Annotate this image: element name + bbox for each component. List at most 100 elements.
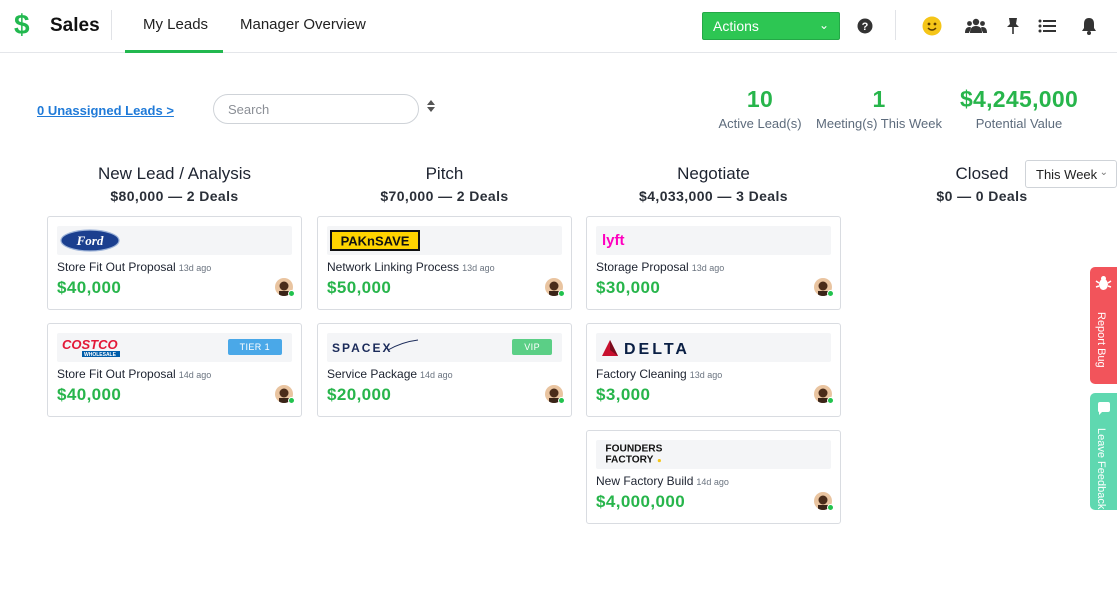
logo-band: DELTA bbox=[596, 333, 831, 362]
svg-text:FACTORY: FACTORY bbox=[605, 454, 653, 465]
smiley-icon[interactable] bbox=[920, 14, 944, 38]
chevron-down-icon: ⌄ bbox=[1099, 167, 1108, 178]
online-status-dot bbox=[558, 290, 565, 297]
leave-feedback-label: Leave Feedback bbox=[1095, 428, 1107, 510]
stat-value: 1 bbox=[872, 86, 886, 112]
deal-title: New Factory Build 14d ago bbox=[596, 474, 729, 488]
deal-title: Service Package 14d ago bbox=[327, 367, 453, 381]
online-status-dot bbox=[827, 397, 834, 404]
deal-age: 14d ago bbox=[420, 370, 453, 380]
tab-my-leads[interactable]: My Leads bbox=[143, 16, 208, 33]
svg-text:FOUNDERS: FOUNDERS bbox=[605, 444, 662, 455]
deal-card[interactable]: lyft Storage Proposal 13d ago $30,000 bbox=[586, 216, 841, 310]
deal-title-text: Factory Cleaning bbox=[596, 367, 687, 381]
svg-text:PAKnSAVE: PAKnSAVE bbox=[341, 234, 410, 249]
stat-potential-value: $4,245,000 Potential Value bbox=[949, 86, 1089, 131]
column-title: Negotiate bbox=[677, 164, 750, 183]
online-status-dot bbox=[827, 290, 834, 297]
logo-band: SPACEX VIP bbox=[327, 333, 562, 362]
column-title: Pitch bbox=[425, 164, 464, 183]
column-summary: $80,000 — 2 Deals bbox=[110, 188, 239, 204]
svg-text:DELTA: DELTA bbox=[624, 341, 690, 358]
deal-amount: $20,000 bbox=[327, 385, 392, 404]
chevron-down-icon: ⌄ bbox=[818, 18, 829, 32]
column-header-pitch: Pitch $70,000 — 2 Deals bbox=[317, 164, 572, 204]
sort-icon[interactable] bbox=[426, 99, 438, 115]
deal-card[interactable]: SPACEX VIP Service Package 14d ago $20,00… bbox=[317, 323, 572, 417]
deal-amount: $30,000 bbox=[596, 278, 661, 297]
deal-amount: $50,000 bbox=[327, 278, 392, 297]
team-icon[interactable] bbox=[964, 14, 988, 38]
deal-title: Store Fit Out Proposal 14d ago bbox=[57, 367, 211, 381]
svg-text:Ford: Ford bbox=[76, 233, 104, 248]
deal-age: 13d ago bbox=[689, 370, 723, 380]
lyft-logo: lyft bbox=[602, 232, 625, 249]
actions-dropdown-button[interactable]: Actions ⌄ bbox=[702, 12, 840, 40]
deal-title-text: Storage Proposal bbox=[596, 260, 689, 274]
deal-amount: $4,000,000 bbox=[596, 492, 686, 511]
logo-band: PAKnSAVE bbox=[327, 226, 562, 255]
dollar-logo-icon: $ bbox=[14, 9, 30, 40]
svg-text:SPACEX: SPACEX bbox=[332, 341, 392, 355]
deal-title-text: Service Package bbox=[327, 367, 418, 381]
deal-amount: $40,000 bbox=[57, 278, 122, 297]
stat-value: $4,245,000 bbox=[959, 86, 1079, 112]
vip-badge: VIP bbox=[512, 339, 552, 355]
deal-title-text: New Factory Build bbox=[596, 474, 694, 488]
deal-title-text: Store Fit Out Proposal bbox=[57, 260, 176, 274]
founders-factory-logo: FOUNDERS FACTORY bbox=[605, 444, 662, 465]
deal-card[interactable]: DELTA Factory Cleaning 13d ago $3,000 bbox=[586, 323, 841, 417]
help-icon[interactable]: ? bbox=[853, 14, 877, 38]
deal-title: Factory Cleaning 13d ago bbox=[596, 367, 722, 381]
deal-title: Store Fit Out Proposal 13d ago bbox=[57, 260, 211, 274]
svg-text:COSTCO: COSTCO bbox=[62, 337, 118, 352]
list-icon[interactable] bbox=[1035, 14, 1059, 38]
stat-label: Active Lead(s) bbox=[718, 116, 802, 131]
active-tab-indicator bbox=[125, 50, 223, 53]
deal-age: 14d ago bbox=[178, 370, 212, 380]
speech-bubble-icon bbox=[1098, 402, 1110, 415]
unassigned-leads-link[interactable]: 0 Unassigned Leads > bbox=[37, 103, 174, 118]
logo-band: COSTCO WHOLESALE TIER 1 bbox=[57, 333, 292, 362]
online-status-dot bbox=[288, 290, 295, 297]
deal-title: Storage Proposal 13d ago bbox=[596, 260, 724, 274]
deal-age: 13d ago bbox=[462, 263, 495, 273]
logo-band: FOUNDERS FACTORY bbox=[596, 440, 831, 469]
bell-icon[interactable] bbox=[1077, 14, 1101, 38]
select-value: This Week bbox=[1036, 167, 1098, 182]
svg-text:?: ? bbox=[862, 21, 869, 33]
stat-meetings: 1 Meeting(s) This Week bbox=[813, 86, 945, 131]
deal-age: 14d ago bbox=[696, 477, 729, 487]
column-header-negotiate: Negotiate $4,033,000 — 3 Deals bbox=[586, 164, 841, 204]
tier-badge: TIER 1 bbox=[227, 339, 282, 355]
svg-text:WHOLESALE: WHOLESALE bbox=[84, 352, 117, 358]
stat-label: Potential Value bbox=[975, 116, 1063, 131]
deal-card[interactable]: FOUNDERS FACTORY New Factory Build 14d ag… bbox=[586, 430, 841, 524]
column-summary: $4,033,000 — 3 Deals bbox=[639, 188, 788, 204]
app-title: Sales bbox=[50, 15, 100, 36]
report-bug-tab[interactable]: Report Bug bbox=[1090, 267, 1117, 384]
closed-period-select[interactable]: This Week ⌄ bbox=[1025, 160, 1117, 188]
divider bbox=[111, 10, 112, 40]
column-summary: $0 — 0 Deals bbox=[936, 188, 1028, 204]
stat-value: 10 bbox=[746, 86, 774, 112]
deal-card[interactable]: PAKnSAVE Network Linking Process 13d ago … bbox=[317, 216, 572, 310]
divider bbox=[895, 10, 896, 40]
top-bar: $ Sales My Leads Manager Overview Action… bbox=[0, 0, 1117, 53]
tab-manager-overview[interactable]: Manager Overview bbox=[240, 16, 366, 33]
pin-icon[interactable] bbox=[1001, 14, 1025, 38]
bug-icon bbox=[1095, 276, 1112, 290]
online-status-dot bbox=[558, 397, 565, 404]
deal-amount: $3,000 bbox=[596, 385, 651, 404]
leave-feedback-tab[interactable]: Leave Feedback bbox=[1090, 393, 1117, 510]
search-input[interactable] bbox=[213, 94, 419, 124]
column-summary: $70,000 — 2 Deals bbox=[380, 188, 509, 204]
deal-card[interactable]: COSTCO WHOLESALE TIER 1 Store Fit Out Pr… bbox=[47, 323, 302, 417]
deal-age: 13d ago bbox=[178, 263, 212, 273]
online-status-dot bbox=[827, 504, 834, 511]
svg-text:lyft: lyft bbox=[602, 232, 625, 249]
deal-title: Network Linking Process 13d ago bbox=[327, 260, 495, 274]
costco-logo: COSTCO WHOLESALE bbox=[62, 337, 120, 358]
column-header-new-lead: New Lead / Analysis $80,000 — 2 Deals bbox=[47, 164, 302, 204]
deal-card[interactable]: Ford Store Fit Out Proposal 13d ago $40,0… bbox=[47, 216, 302, 310]
